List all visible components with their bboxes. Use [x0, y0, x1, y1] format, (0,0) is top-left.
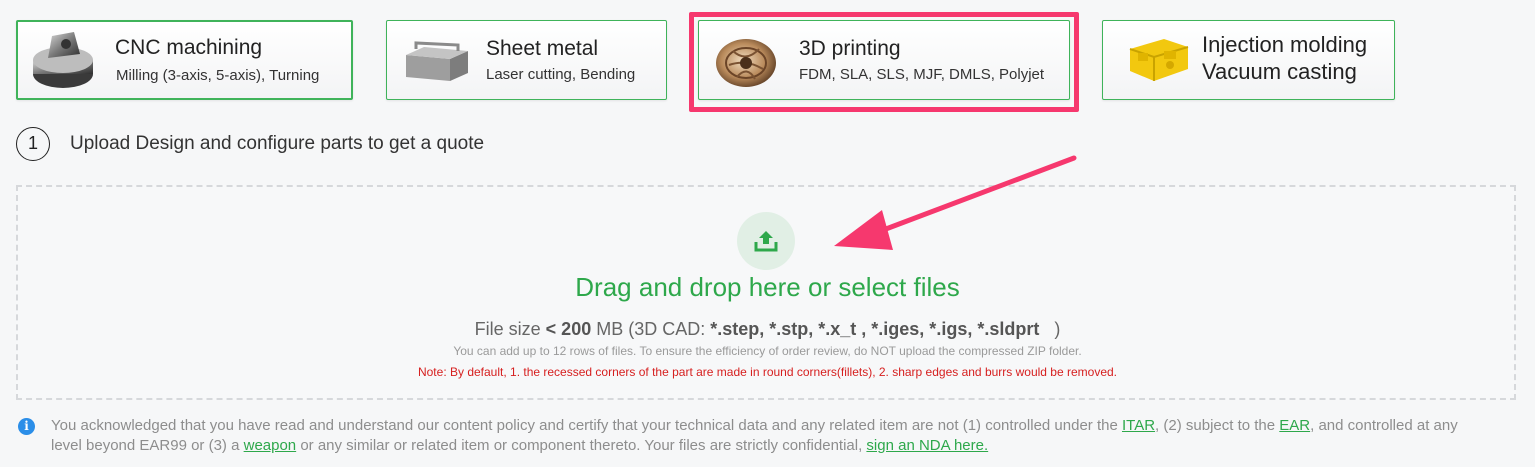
step-number: 1: [16, 127, 50, 161]
info-icon: i: [18, 418, 35, 435]
size-suffix: ): [1039, 319, 1061, 339]
upload-icon[interactable]: [737, 212, 795, 270]
ear-link[interactable]: EAR: [1279, 417, 1310, 434]
nda-link[interactable]: sign an NDA here.: [866, 437, 988, 454]
3d-print-thumbnail: [716, 39, 776, 87]
injection-mold-thumbnail: [1129, 39, 1189, 81]
size-limit: < 200: [545, 319, 592, 339]
itar-link[interactable]: ITAR: [1122, 417, 1155, 434]
step-title: Upload Design and configure parts to get…: [70, 133, 485, 154]
acknowledgement-text: You acknowledged that you have read and …: [51, 416, 1491, 456]
default-processing-note: Note: By default, 1. the recessed corner…: [417, 365, 1118, 379]
ack-part-1: You acknowledged that you have read and …: [51, 417, 1122, 434]
service-subtitle: Milling (3-axis, 5-axis), Turning: [116, 67, 320, 84]
service-card-sheet-metal[interactable]: Sheet metal Laser cutting, Bending: [386, 20, 667, 100]
allowed-formats: *.step, *.stp, *.x_t , *.iges, *.igs, *.…: [710, 319, 1040, 339]
cnc-part-thumbnail: [33, 32, 93, 88]
dropzone-title[interactable]: Drag and drop here or select files: [0, 272, 1535, 303]
service-subtitle: Vacuum casting: [1202, 59, 1357, 84]
service-title: CNC machining: [115, 36, 263, 59]
ack-part-4: or any similar or related item or compon…: [296, 437, 867, 454]
service-card-cnc-machining[interactable]: CNC machining Milling (3-axis, 5-axis), …: [16, 20, 353, 100]
file-size-info: File size < 200 MB (3D CAD: *.step, *.st…: [0, 319, 1535, 340]
service-subtitle: Laser cutting, Bending: [486, 66, 636, 83]
ack-part-2: , (2) subject to the: [1155, 417, 1280, 434]
service-card-injection-molding[interactable]: Injection molding Vacuum casting: [1102, 20, 1395, 100]
weapon-link[interactable]: weapon: [244, 437, 297, 454]
sheet-metal-thumbnail: [406, 41, 468, 81]
service-subtitle: FDM, SLA, SLS, MJF, DMLS, Polyjet: [799, 66, 1045, 83]
upload-hint: You can add up to 12 rows of files. To e…: [453, 344, 1082, 358]
service-title: 3D printing: [799, 37, 901, 60]
size-prefix: File size: [474, 319, 546, 339]
service-title: Injection molding: [1202, 32, 1368, 57]
size-unit: MB (3D CAD:: [591, 319, 711, 339]
service-card-3d-printing[interactable]: 3D printing FDM, SLA, SLS, MJF, DMLS, Po…: [698, 20, 1070, 100]
service-title: Sheet metal: [486, 37, 599, 60]
